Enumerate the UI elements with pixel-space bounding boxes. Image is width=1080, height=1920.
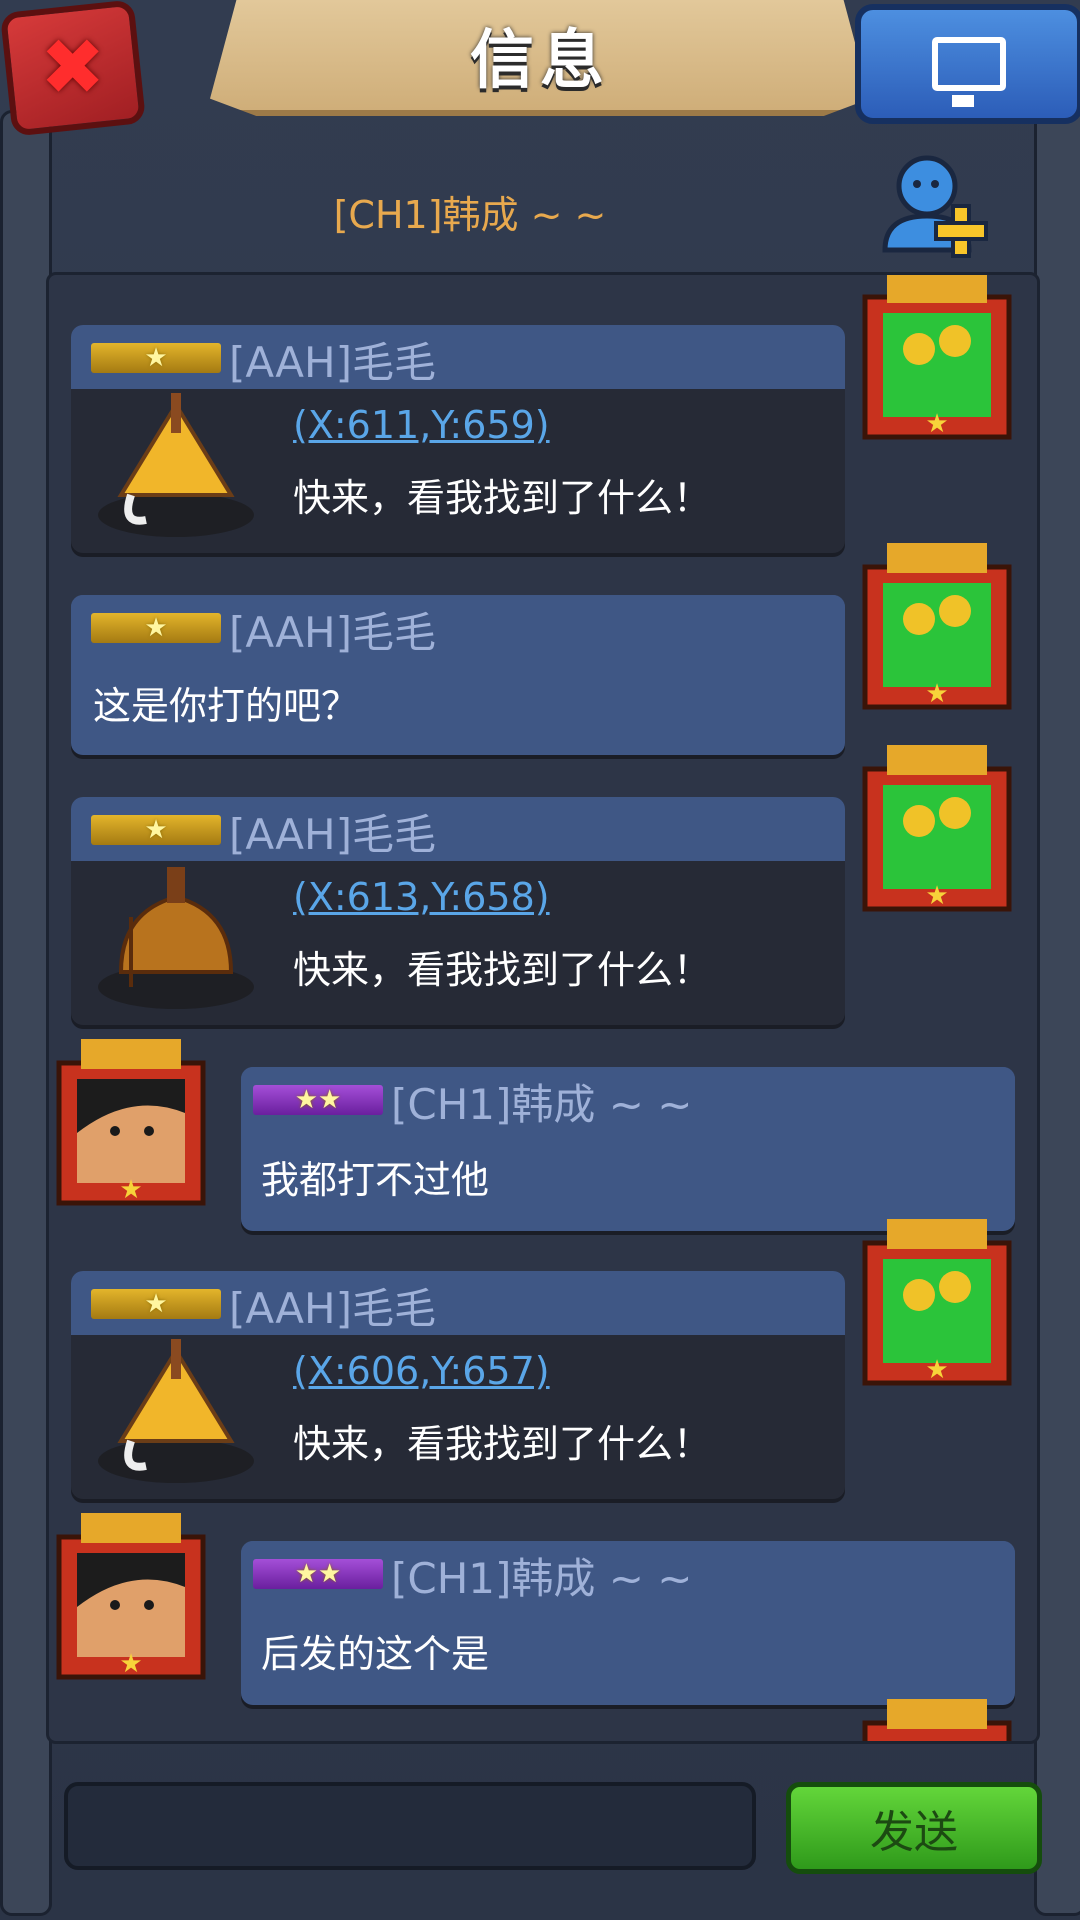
sunflower-avatar[interactable]: ★ (857, 537, 1017, 717)
message-bubble: ★ [AAH]毛毛 (X:611,Y:659) 快来，看我找到了什么！ (71, 325, 845, 553)
sender-name[interactable]: [CH1]韩成 ~ ~ (391, 1071, 693, 1132)
svg-text:★: ★ (925, 1355, 948, 1385)
svg-text:★: ★ (119, 1175, 142, 1205)
svg-text:★: ★ (119, 1649, 142, 1679)
coordinate-link[interactable]: (X:611,Y:659) (293, 403, 550, 447)
sender-name[interactable]: [AAH]毛毛 (229, 329, 436, 390)
warrior-avatar[interactable]: ★ (51, 1507, 211, 1687)
sender-name[interactable]: [AAH]毛毛 (229, 599, 436, 660)
chat-message-list[interactable]: ★ [AAH]毛毛 (X:611,Y:659) 快来，看我找到了什么！ ★ ★ … (46, 272, 1040, 1744)
message-text: 这是你打的吧？ (93, 684, 360, 728)
message-text: 快来，看我找到了什么！ (293, 1422, 712, 1466)
send-button[interactable]: 发送 (786, 1782, 1042, 1874)
coordinate-link[interactable]: (X:613,Y:658) (293, 875, 550, 919)
title-banner: 信息 (210, 0, 870, 116)
monitor-icon (932, 37, 1006, 107)
sunflower-avatar[interactable]: ★ (857, 1213, 1017, 1393)
rank-ribbon: ★ (91, 1289, 221, 1319)
right-border (1034, 110, 1080, 1916)
add-friend-icon[interactable] (875, 150, 995, 260)
chat-partner-name: [CH1]韩成 ~ ~ (333, 193, 607, 237)
sunflower-avatar[interactable] (857, 1693, 1017, 1744)
hut-building-icon (98, 867, 254, 1009)
message-bubble: ★★ [CH1]韩成 ~ ~ 后发的这个是 (241, 1541, 1015, 1705)
sunflower-avatar[interactable]: ★ (857, 272, 1017, 447)
rank-ribbon: ★★ (253, 1559, 383, 1589)
message-bubble: ★★ [CH1]韩成 ~ ~ 我都打不过他 (241, 1067, 1015, 1231)
svg-text:★: ★ (925, 881, 948, 911)
close-button[interactable]: ✖ (0, 0, 147, 137)
message-bubble: ★ [AAH]毛毛 这是你打的吧？ (71, 595, 845, 755)
sunflower-avatar[interactable]: ★ (857, 739, 1017, 919)
rank-ribbon: ★★ (253, 1085, 383, 1115)
page-title: 信息 (470, 24, 610, 98)
tent-building-icon (98, 393, 254, 537)
rank-ribbon: ★ (91, 343, 221, 373)
svg-text:★: ★ (925, 679, 948, 709)
rank-ribbon: ★ (91, 613, 221, 643)
screen-button[interactable] (855, 4, 1080, 124)
message-bubble: ★ [AAH]毛毛 (X:606,Y:657) 快来，看我找到了什么！ (71, 1271, 845, 1499)
rank-ribbon: ★ (91, 815, 221, 845)
warrior-avatar[interactable]: ★ (51, 1033, 211, 1213)
message-bubble: ★ [AAH]毛毛 (X:613,Y:658) 快来，看我找到了什么！ (71, 797, 845, 1025)
message-text: 快来，看我找到了什么！ (293, 948, 712, 992)
message-text: 快来，看我找到了什么！ (293, 476, 712, 520)
left-border (0, 110, 52, 1916)
sender-name[interactable]: [AAH]毛毛 (229, 801, 436, 862)
tent-building-icon (98, 1339, 254, 1483)
message-text: 我都打不过他 (261, 1158, 490, 1202)
message-input[interactable] (64, 1782, 756, 1870)
svg-text:★: ★ (925, 409, 948, 439)
sender-name[interactable]: [CH1]韩成 ~ ~ (391, 1545, 693, 1606)
message-text: 后发的这个是 (261, 1632, 490, 1676)
close-x-icon: ✖ (40, 23, 106, 114)
sender-name[interactable]: [AAH]毛毛 (229, 1275, 436, 1336)
coordinate-link[interactable]: (X:606,Y:657) (293, 1349, 550, 1393)
